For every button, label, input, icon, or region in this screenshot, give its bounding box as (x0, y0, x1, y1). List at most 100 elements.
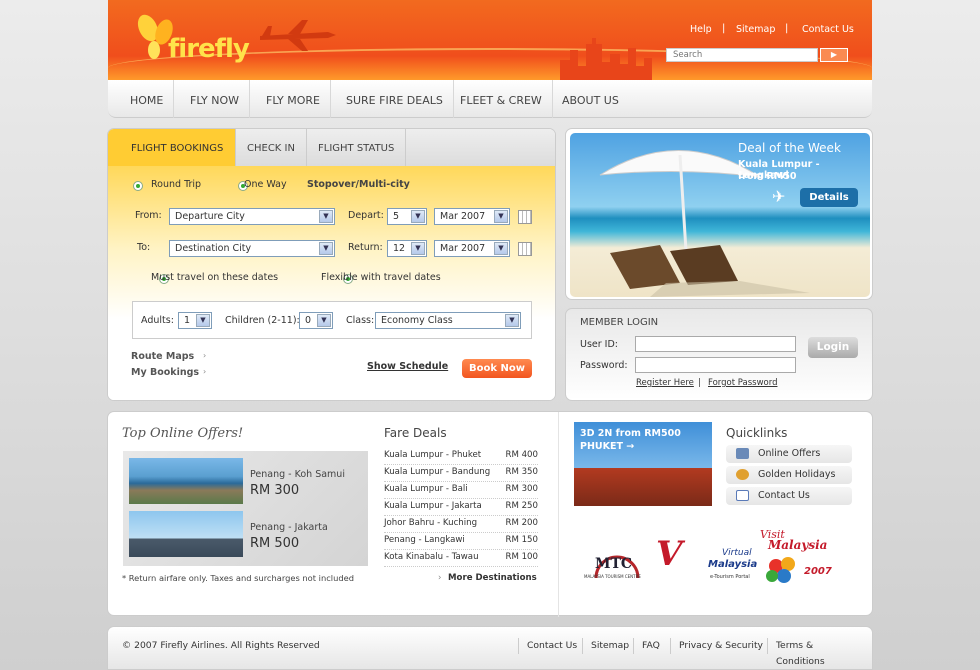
quicklink-contact-us[interactable]: Contact Us (726, 487, 852, 505)
return-day-select[interactable]: 12 ▼ (387, 240, 427, 257)
phuket-promo-banner[interactable]: 3D 2N from RM500 PHUKET → (574, 422, 712, 506)
chevron-down-icon: ▼ (494, 242, 508, 255)
city-skyline-icon (560, 38, 652, 80)
calendar-icon[interactable] (518, 210, 532, 224)
virtual-malaysia-logo[interactable]: V Virtual Malaysia e-Tourism Portal (656, 528, 757, 586)
forgot-password-link[interactable]: Forgot Password (708, 378, 777, 388)
password-input[interactable] (635, 357, 796, 373)
class-select[interactable]: Economy Class ▼ (375, 312, 521, 329)
search-input[interactable] (666, 48, 818, 62)
envelope-icon (736, 490, 749, 501)
tab-flight-status[interactable]: FLIGHT STATUS (307, 129, 407, 166)
nav-sure-fire-deals[interactable]: SURE FIRE DEALS (336, 80, 454, 118)
children-select[interactable]: 0 ▼ (299, 312, 333, 329)
return-label: Return: (348, 242, 383, 253)
passenger-box: Adults: 1 ▼ Children (2-11): 0 ▼ Class: Ec… (132, 301, 532, 339)
nav-home[interactable]: HOME (120, 80, 175, 118)
deal-details-button[interactable]: Details (800, 188, 858, 207)
from-city-select[interactable]: Departure City ▼ (169, 208, 335, 225)
footer-privacy-link[interactable]: Privacy & Security (670, 638, 771, 654)
quicklink-golden-holidays[interactable]: Golden Holidays (726, 466, 852, 484)
chevron-down-icon: ▼ (319, 242, 333, 255)
footer-terms-link[interactable]: Terms & Conditions (767, 638, 872, 667)
sitemap-link[interactable]: Sitemap (736, 24, 775, 35)
jakarta-thumbnail[interactable] (129, 511, 243, 557)
calendar-icon[interactable] (518, 242, 532, 256)
nav-fly-more[interactable]: FLY MORE (256, 80, 331, 118)
from-label: From: (135, 210, 162, 221)
must-travel-label: Must travel on these dates (151, 272, 279, 283)
beach-umbrella-image[interactable]: Deal of the Week Kuala Lumpur - Langkawi… (570, 133, 870, 297)
tab-check-in[interactable]: CHECK IN (236, 129, 307, 166)
depart-day-select[interactable]: 5 ▼ (387, 208, 427, 225)
brand-logo-text[interactable]: firefly (168, 34, 250, 64)
chevron-down-icon: ▼ (411, 242, 425, 255)
contact-us-link[interactable]: Contact Us (802, 24, 854, 35)
login-button[interactable]: Login (808, 337, 858, 358)
tab-flight-bookings[interactable]: FLIGHT BOOKINGS (108, 129, 236, 166)
adults-label: Adults: (141, 315, 174, 326)
mtc-logo[interactable]: MTC MALAYSIA TOURISM CENTRE (584, 538, 650, 582)
fare-price: RM 100 (505, 552, 538, 562)
nav-about-us[interactable]: ABOUT US (552, 80, 629, 118)
fare-row[interactable]: Johor Bahru - Kuching RM 200 (384, 516, 538, 533)
chevron-right-icon: › (438, 573, 442, 583)
footer-contact-link[interactable]: Contact Us (518, 638, 585, 654)
koh-samui-thumbnail[interactable] (129, 458, 243, 504)
footer-faq-link[interactable]: FAQ (633, 638, 668, 654)
mtc-subtext: MALAYSIA TOURISM CENTRE (584, 574, 641, 579)
nav-fly-now[interactable]: FLY NOW (180, 80, 250, 118)
return-month-value: Mar 2007 (440, 243, 486, 254)
quicklink-label: Golden Holidays (758, 469, 836, 480)
fare-route: Kuala Lumpur - Phuket (384, 450, 482, 460)
more-destinations-link[interactable]: More Destinations (448, 573, 537, 583)
fare-route: Kota Kinabalu - Tawau (384, 552, 479, 562)
adults-value: 1 (184, 315, 191, 326)
footer-sitemap-link[interactable]: Sitemap (582, 638, 637, 654)
my-bookings-link[interactable]: My Bookings (131, 367, 199, 378)
fare-route: Kuala Lumpur - Bali (384, 484, 468, 494)
adults-select[interactable]: 1 ▼ (178, 312, 212, 329)
to-city-select[interactable]: Destination City ▼ (169, 240, 335, 257)
fare-row[interactable]: Kota Kinabalu - Tawau RM 100 (384, 550, 538, 567)
deal-price: from RM50 (738, 171, 797, 182)
offers-panel: Top Online Offers! Penang - Koh Samui RM… (107, 411, 873, 617)
route-maps-link[interactable]: Route Maps (131, 351, 194, 362)
stopover-multicity-link[interactable]: Stopover/Multi-city (307, 179, 410, 190)
book-now-button[interactable]: Book Now (462, 359, 532, 378)
quicklink-online-offers[interactable]: Online Offers (726, 445, 852, 463)
footer: © 2007 Firefly Airlines. All Rights Rese… (107, 626, 873, 670)
fare-price: RM 250 (505, 501, 538, 511)
fare-row[interactable]: Penang - Langkawi RM 150 (384, 533, 538, 550)
return-month-select[interactable]: Mar 2007 ▼ (434, 240, 510, 257)
top-link-separator: | (785, 23, 789, 34)
register-link[interactable]: Register Here (636, 378, 694, 388)
fare-price: RM 400 (505, 450, 538, 460)
round-trip-label: Round Trip (151, 179, 202, 190)
user-id-input[interactable] (635, 336, 796, 352)
vm-text3: e-Tourism Portal (710, 574, 750, 580)
help-link[interactable]: Help (690, 24, 712, 35)
search-button[interactable]: ▶ (820, 48, 848, 62)
round-trip-radio[interactable] (133, 181, 143, 191)
password-label: Password: (580, 360, 628, 371)
fare-row[interactable]: Kuala Lumpur - Jakarta RM 250 (384, 499, 538, 516)
show-schedule-link[interactable]: Show Schedule (367, 361, 448, 372)
fare-price: RM 150 (505, 535, 538, 545)
flight-booking-panel: FLIGHT BOOKINGS CHECK IN FLIGHT STATUS R… (107, 128, 556, 401)
people-icon (736, 469, 749, 480)
nav-fleet-crew[interactable]: FLEET & CREW (450, 80, 553, 118)
fare-row[interactable]: Kuala Lumpur - Bandung RM 350 (384, 465, 538, 482)
offer-route[interactable]: Penang - Jakarta (250, 522, 328, 533)
airplane-icon: ✈ (772, 187, 786, 206)
offer-route[interactable]: Penang - Koh Samui (250, 469, 345, 480)
fare-row[interactable]: Kuala Lumpur - Bali RM 300 (384, 482, 538, 499)
children-label: Children (2-11): (225, 315, 300, 326)
fare-row[interactable]: Kuala Lumpur - Phuket RM 400 (384, 448, 538, 465)
chevron-down-icon: ▼ (317, 314, 331, 327)
one-way-label: One Way (244, 179, 287, 190)
vm-text1: Virtual (722, 548, 752, 558)
visit-malaysia-logo[interactable]: Visit Malaysia 2007 (758, 526, 840, 596)
depart-month-select[interactable]: Mar 2007 ▼ (434, 208, 510, 225)
mtc-text: MTC (595, 556, 633, 572)
